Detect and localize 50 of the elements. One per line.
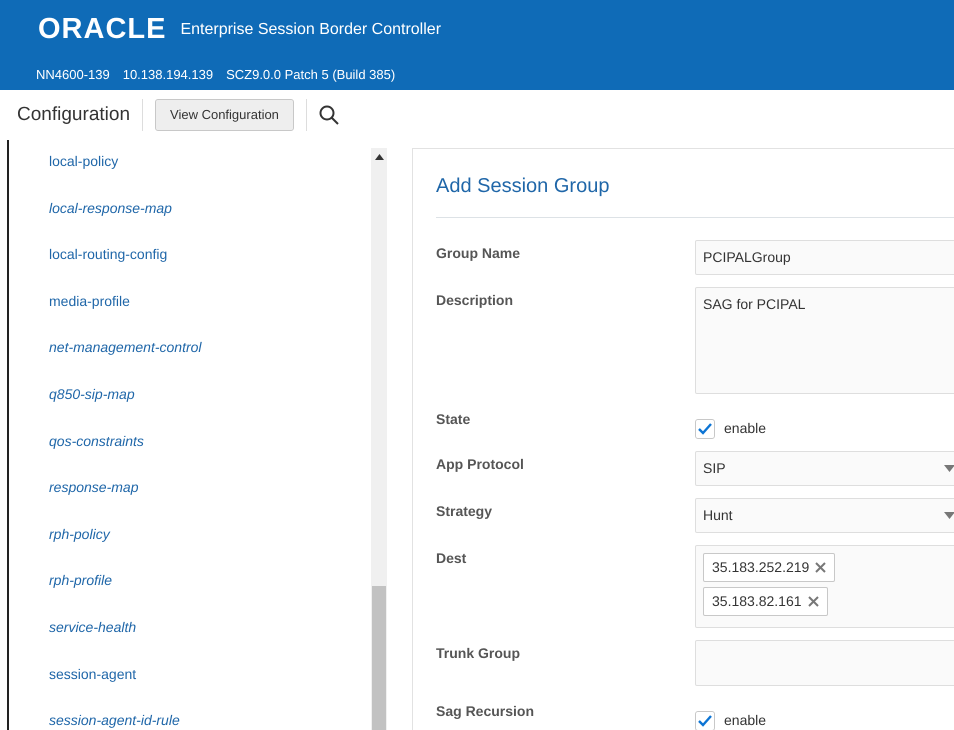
system-info: 10.138.194.139 [122, 66, 214, 84]
caret-down-icon [944, 512, 954, 519]
sidebar-item[interactable]: q850-sip-map [49, 384, 371, 405]
checkmark-icon [698, 422, 712, 434]
view-configuration-button[interactable]: View Configuration [155, 99, 294, 131]
scrollbar-thumb[interactable] [372, 586, 386, 730]
sidebar-item[interactable]: local-response-map [49, 198, 371, 219]
field-label: Sag Recursion [436, 703, 534, 719]
caret-down-icon [944, 465, 954, 472]
checkbox[interactable] [695, 418, 715, 438]
field-label: Strategy [436, 503, 492, 519]
page-title: Configuration [17, 102, 130, 127]
sidebar-item[interactable]: rph-profile [49, 570, 371, 592]
logo: ORACLE [38, 12, 166, 48]
close-icon[interactable] [808, 596, 819, 607]
sidebar-item[interactable]: qos-constraints [49, 430, 371, 452]
sidebar-item[interactable]: local-routing-config [49, 244, 371, 266]
sidebar-item[interactable]: service-health [49, 616, 371, 638]
scroll-up-icon[interactable] [374, 154, 384, 160]
sidebar-item[interactable]: session-agent [49, 664, 371, 685]
sidebar-item[interactable]: response-map [49, 477, 371, 498]
field-label: Trunk Group [436, 645, 520, 661]
field-label: State [436, 411, 470, 427]
sidebar-item[interactable]: rph-policy [49, 524, 371, 545]
product-title: Enterprise Session Border Controller [180, 20, 442, 40]
sidebar-item[interactable]: media-profile [49, 290, 371, 312]
checkbox-label: enable [724, 419, 766, 438]
checkmark-icon [698, 714, 712, 726]
tag-text: 35.183.82.161 [712, 592, 802, 611]
checkbox-label: enable [724, 711, 766, 730]
form-title: Add Session Group [436, 175, 610, 197]
checkbox[interactable] [695, 710, 715, 730]
field-label: App Protocol [436, 456, 524, 472]
field-label: Dest [436, 550, 466, 566]
system-info: SCZ9.0.0 Patch 5 (Build 385) [226, 66, 396, 84]
sidebar-item[interactable]: net-management-control [49, 337, 371, 358]
field-label: Description [436, 292, 514, 308]
close-icon[interactable] [815, 562, 826, 573]
dropdown[interactable]: SIP [695, 451, 954, 486]
text-area[interactable]: SAG for PCIPAL [695, 287, 954, 394]
tag-field[interactable]: 35.183.252.219 35.183.82.161 [695, 545, 954, 628]
search-icon[interactable] [318, 105, 339, 125]
sidebar-item[interactable]: session-agent-id-rule [49, 710, 371, 730]
dropdown[interactable]: Hunt [695, 498, 954, 533]
field-label: Group Name [436, 245, 520, 261]
scrollbar[interactable] [371, 148, 387, 730]
text-field[interactable]: PCIPALGroup [695, 240, 954, 275]
tag-text: 35.183.252.219 [712, 558, 810, 577]
system-info: NN4600-139 [36, 66, 110, 84]
sidebar-item[interactable]: local-policy [49, 151, 371, 172]
